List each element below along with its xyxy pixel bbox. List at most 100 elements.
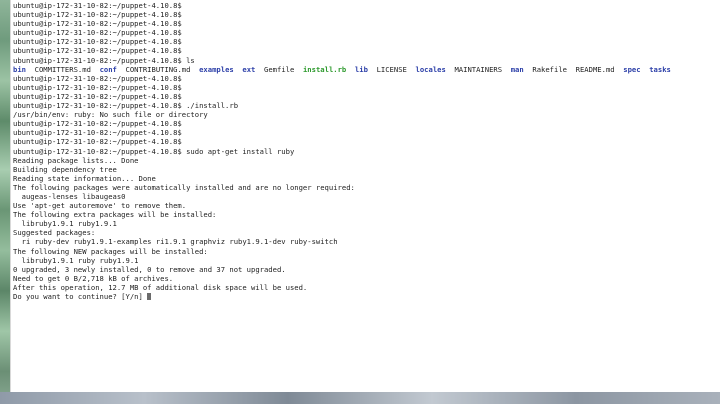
terminal-line-text: ubuntu@ip-172-31-10-82:~/puppet-4.10.8$	[13, 128, 182, 138]
terminal-line: Need to get 0 B/2,718 kB of archives.	[13, 274, 720, 283]
terminal-line: /usr/bin/env: ruby: No such file or dire…	[13, 110, 720, 119]
terminal-line: ubuntu@ip-172-31-10-82:~/puppet-4.10.8$	[13, 28, 720, 37]
terminal-line: Building dependency tree	[13, 165, 720, 174]
ls-entry-file: Rakefile	[532, 64, 567, 74]
desktop-wallpaper	[0, 0, 10, 404]
terminal-line: ubuntu@ip-172-31-10-82:~/puppet-4.10.8$	[13, 92, 720, 101]
terminal-line-text: 0 upgraded, 3 newly installed, 0 to remo…	[13, 264, 286, 274]
screen: ubuntu@ip-172-31-10-82:~/puppet-4.10.8$ u…	[0, 0, 720, 404]
ls-separator	[407, 65, 416, 74]
terminal-line-text: augeas-lenses libaugeas0	[13, 191, 126, 201]
terminal-line-text: The following NEW packages will be insta…	[13, 246, 208, 256]
ls-entry-dir: locales	[415, 64, 446, 74]
terminal-line: ubuntu@ip-172-31-10-82:~/puppet-4.10.8$	[13, 19, 720, 28]
ls-entry-dir: ext	[242, 64, 256, 74]
ls-entry-file: LICENSE	[376, 64, 407, 74]
ls-separator	[368, 65, 377, 74]
terminal-line: ubuntu@ip-172-31-10-82:~/puppet-4.10.8$ …	[13, 147, 720, 156]
ls-separator	[615, 65, 624, 74]
desktop-dock-area	[0, 392, 720, 404]
terminal-line: ubuntu@ip-172-31-10-82:~/puppet-4.10.8$	[13, 10, 720, 19]
terminal-cursor[interactable]	[147, 293, 152, 300]
terminal-line-text: The following packages were automaticall…	[13, 182, 355, 192]
terminal-line: Reading state information... Done	[13, 174, 720, 183]
terminal-line-text: ubuntu@ip-172-31-10-82:~/puppet-4.10.8$	[13, 37, 182, 47]
ls-entry-dir: tasks	[649, 64, 671, 74]
terminal-line: The following extra packages will be ins…	[13, 210, 720, 219]
terminal-line: Reading package lists... Done	[13, 156, 720, 165]
ls-entry-exe: install.rb	[302, 64, 347, 74]
terminal-line-text: The following extra packages will be ins…	[13, 210, 217, 220]
terminal-line-text: ubuntu@ip-172-31-10-82:~/puppet-4.10.8$	[13, 82, 182, 92]
terminal-line: After this operation, 12.7 MB of additio…	[13, 283, 720, 292]
terminal-line-text: libruby1.9.1 ruby1.9.1	[13, 219, 117, 229]
terminal-line: The following NEW packages will be insta…	[13, 247, 720, 256]
terminal-line-text: Building dependency tree	[13, 164, 117, 174]
terminal-line-text: Suggested packages:	[13, 228, 96, 238]
ls-entry-file: Gemfile	[264, 64, 295, 74]
terminal-line: ubuntu@ip-172-31-10-82:~/puppet-4.10.8$	[13, 137, 720, 146]
ls-separator	[91, 65, 100, 74]
ls-entry-dir: conf	[99, 64, 117, 74]
terminal-line-text: Reading package lists... Done	[13, 155, 139, 165]
terminal-line-text: libruby1.9.1 ruby ruby1.9.1	[13, 255, 139, 265]
ls-separator	[502, 65, 511, 74]
ls-entry-dir: lib	[354, 64, 368, 74]
terminal-line-text: ubuntu@ip-172-31-10-82:~/puppet-4.10.8$	[13, 119, 182, 129]
terminal-line-text: ubuntu@ip-172-31-10-82:~/puppet-4.10.8$	[13, 46, 182, 56]
terminal-line-ls-output: bin COMMITTERS.md conf CONTRIBUTING.md e…	[13, 65, 720, 74]
terminal-line-text: ubuntu@ip-172-31-10-82:~/puppet-4.10.8$	[13, 10, 182, 20]
ls-separator	[346, 65, 355, 74]
terminal-line: ubuntu@ip-172-31-10-82:~/puppet-4.10.8$	[13, 74, 720, 83]
ls-entry-file: MAINTAINERS	[454, 64, 503, 74]
terminal-line-text: ubuntu@ip-172-31-10-82:~/puppet-4.10.8$	[13, 28, 182, 38]
terminal-line: ubuntu@ip-172-31-10-82:~/puppet-4.10.8$ …	[13, 56, 720, 65]
terminal-line-text: ubuntu@ip-172-31-10-82:~/puppet-4.10.8$ …	[13, 146, 295, 156]
terminal-line-text: ubuntu@ip-172-31-10-82:~/puppet-4.10.8$	[13, 91, 182, 101]
ls-separator	[294, 65, 303, 74]
terminal-line-text: After this operation, 12.7 MB of additio…	[13, 282, 308, 292]
terminal-line-text: ubuntu@ip-172-31-10-82:~/puppet-4.10.8$	[13, 1, 182, 10]
ls-entry-file: README.md	[575, 64, 615, 74]
terminal-line-text: Need to get 0 B/2,718 kB of archives.	[13, 273, 174, 283]
terminal-line: libruby1.9.1 ruby1.9.1	[13, 219, 720, 228]
terminal-line-text: ubuntu@ip-172-31-10-82:~/puppet-4.10.8$	[13, 19, 182, 29]
terminal-line-text: ubuntu@ip-172-31-10-82:~/puppet-4.10.8$	[13, 73, 182, 83]
terminal-line: ubuntu@ip-172-31-10-82:~/puppet-4.10.8$	[13, 37, 720, 46]
terminal-line: ubuntu@ip-172-31-10-82:~/puppet-4.10.8$	[13, 46, 720, 55]
ls-entry-dir: man	[510, 64, 524, 74]
terminal-line: ri ruby-dev ruby1.9.1-examples ri1.9.1 g…	[13, 237, 720, 246]
terminal-line: Use 'apt-get autoremove' to remove them.	[13, 201, 720, 210]
terminal-line: 0 upgraded, 3 newly installed, 0 to remo…	[13, 265, 720, 274]
terminal-line: The following packages were automaticall…	[13, 183, 720, 192]
terminal-line: ubuntu@ip-172-31-10-82:~/puppet-4.10.8$	[13, 83, 720, 92]
terminal-line-text: Reading state information... Done	[13, 173, 156, 183]
terminal-line-text: ubuntu@ip-172-31-10-82:~/puppet-4.10.8$	[13, 137, 182, 147]
terminal-line-text: /usr/bin/env: ruby: No such file or dire…	[13, 110, 208, 120]
ls-entry-dir: bin	[13, 64, 26, 74]
terminal-line-text: Use 'apt-get autoremove' to remove them.	[13, 201, 187, 211]
terminal-line: augeas-lenses libaugeas0	[13, 192, 720, 201]
terminal-line-text: ri ruby-dev ruby1.9.1-examples ri1.9.1 g…	[13, 237, 338, 247]
ls-entry-file: CONTRIBUTING.md	[125, 64, 191, 74]
ls-entry-dir: spec	[623, 64, 641, 74]
ls-separator	[117, 65, 126, 74]
ls-separator	[641, 65, 650, 74]
ls-separator	[190, 65, 199, 74]
terminal-line: ubuntu@ip-172-31-10-82:~/puppet-4.10.8$ …	[13, 101, 720, 110]
ls-entry-dir: examples	[199, 64, 234, 74]
terminal-line: Do you want to continue? [Y/n]	[13, 292, 720, 301]
terminal-window[interactable]: ubuntu@ip-172-31-10-82:~/puppet-4.10.8$ u…	[10, 0, 720, 392]
terminal-line: ubuntu@ip-172-31-10-82:~/puppet-4.10.8$	[13, 128, 720, 137]
terminal-line: ubuntu@ip-172-31-10-82:~/puppet-4.10.8$	[13, 1, 720, 10]
terminal-line: ubuntu@ip-172-31-10-82:~/puppet-4.10.8$	[13, 119, 720, 128]
terminal-line: libruby1.9.1 ruby ruby1.9.1	[13, 256, 720, 265]
ls-separator	[567, 65, 576, 74]
terminal-line-text: ubuntu@ip-172-31-10-82:~/puppet-4.10.8$ …	[13, 101, 239, 111]
ls-separator	[26, 65, 35, 74]
terminal-line: Suggested packages:	[13, 228, 720, 237]
ls-separator	[255, 65, 264, 74]
terminal-line-text: Do you want to continue? [Y/n]	[13, 292, 148, 301]
terminal-line-text: ubuntu@ip-172-31-10-82:~/puppet-4.10.8$ …	[13, 55, 195, 65]
ls-entry-file: COMMITTERS.md	[34, 64, 91, 74]
